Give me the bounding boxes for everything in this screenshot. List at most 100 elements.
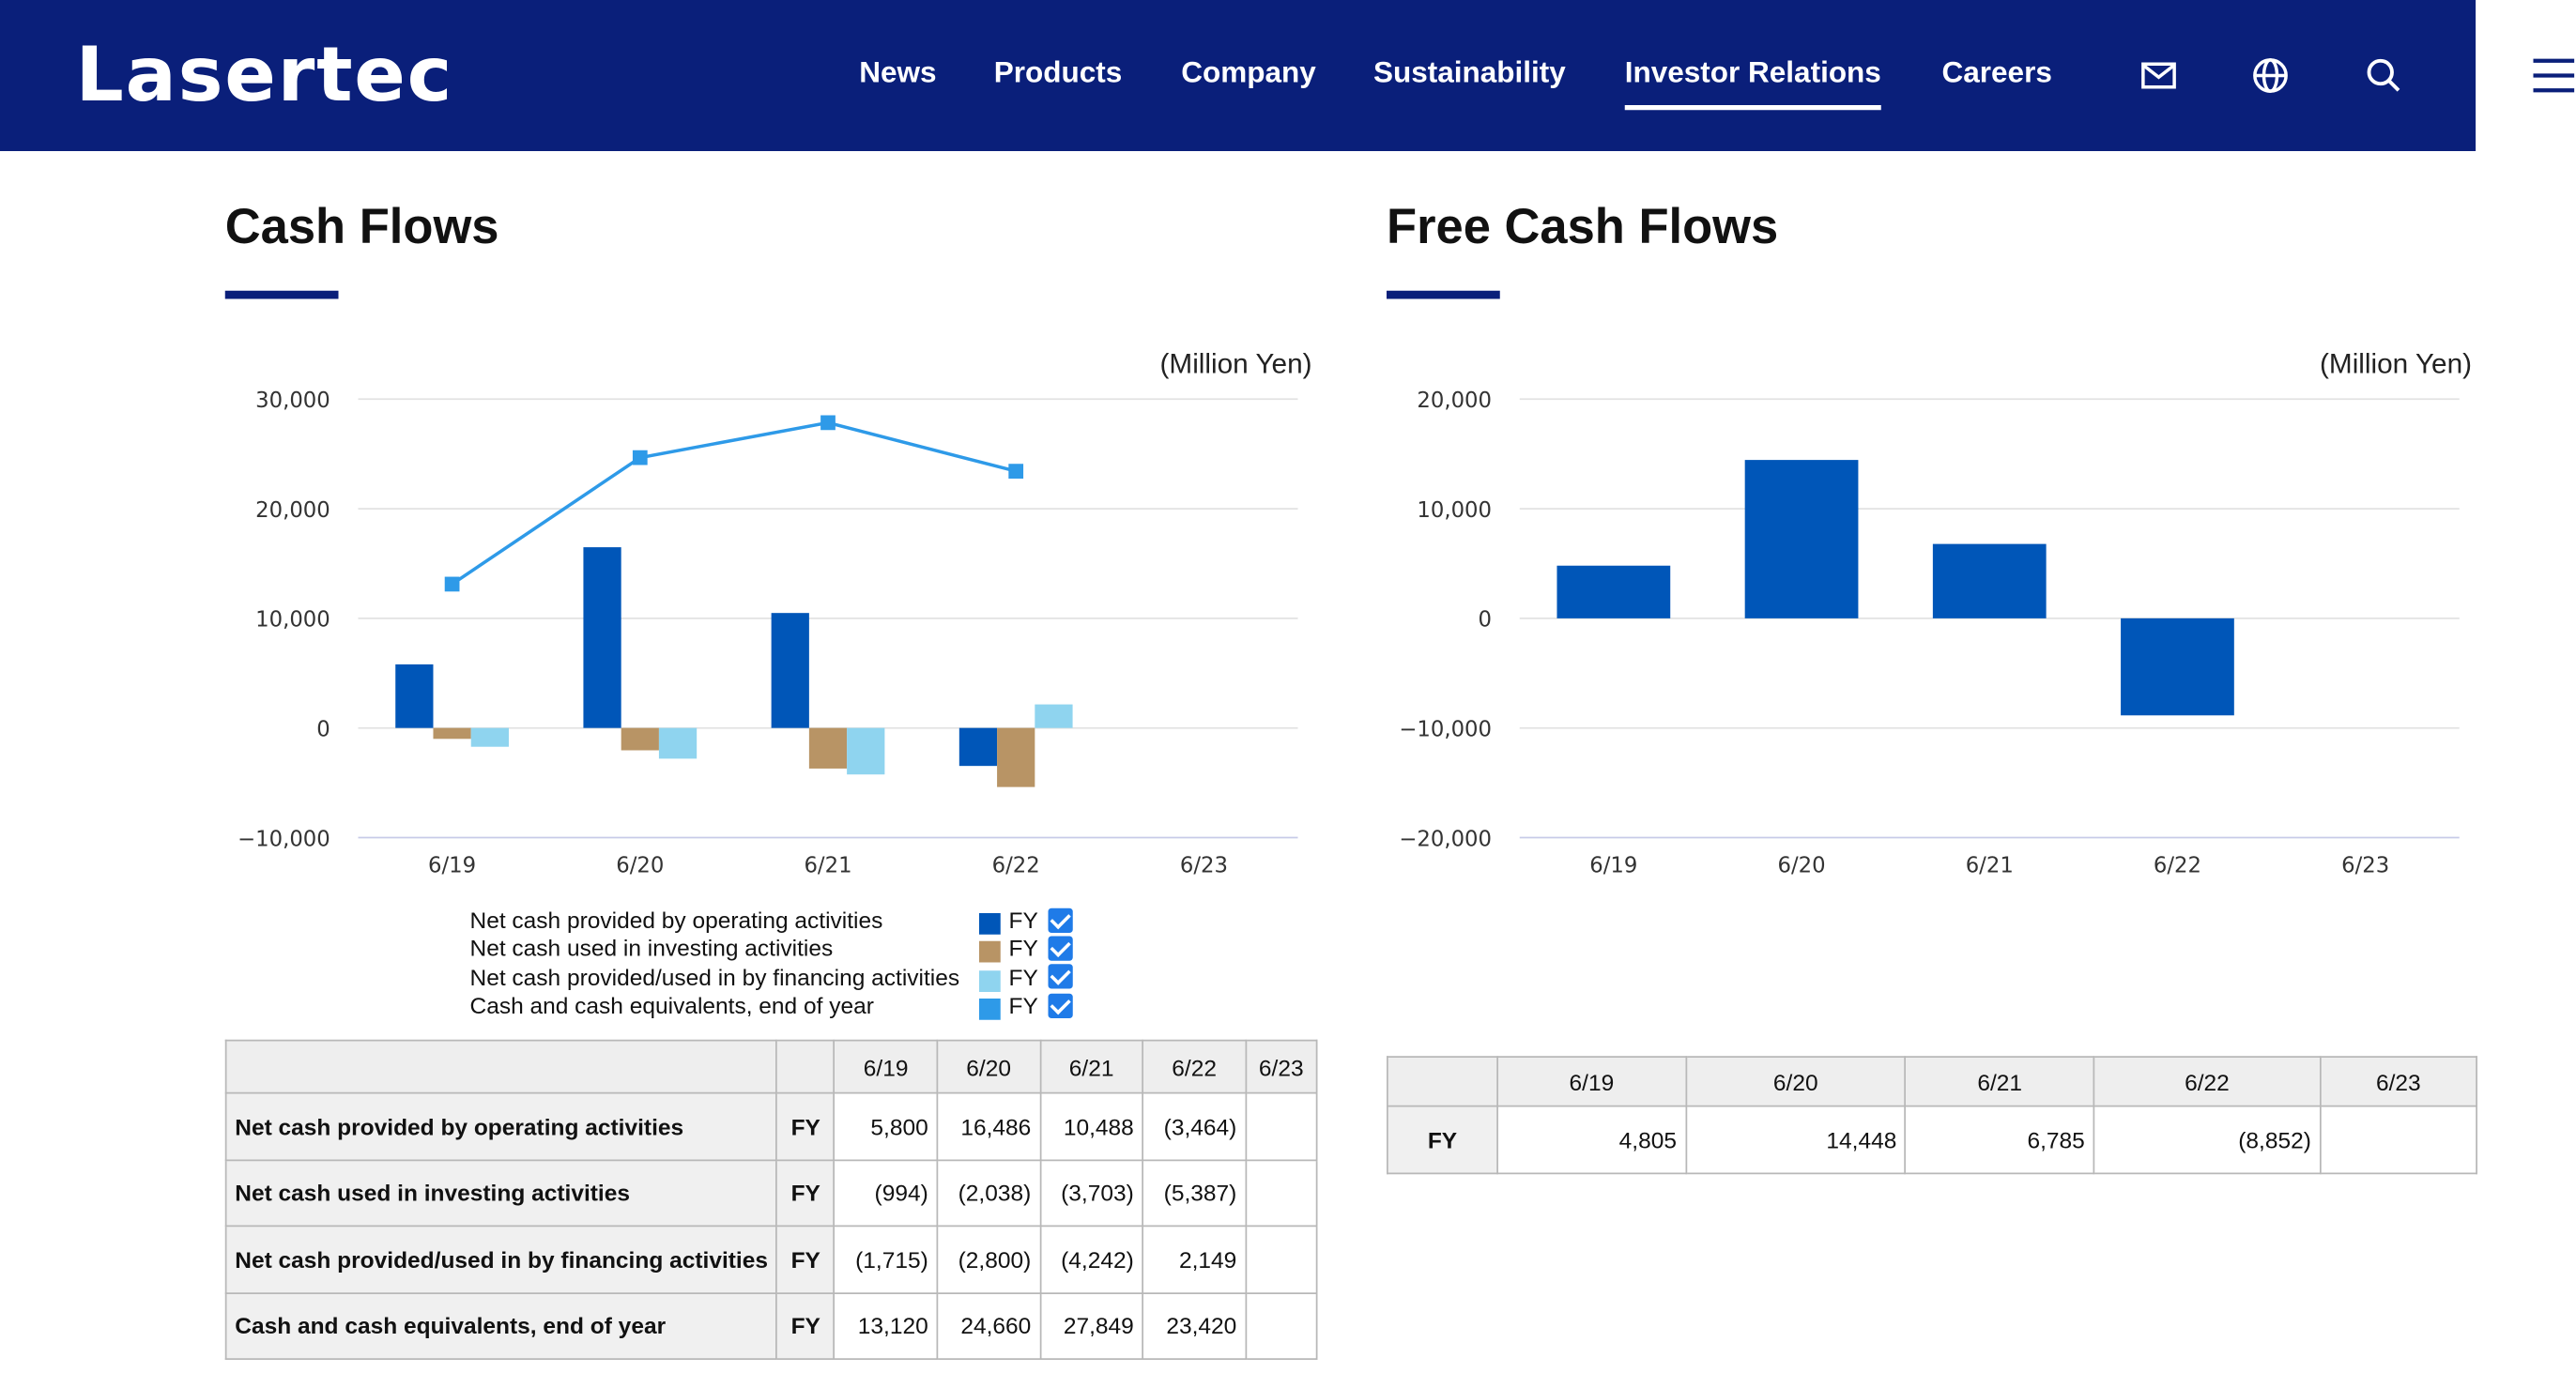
table-row: Net cash used in investing activities FY… [224, 1158, 1318, 1228]
table-cell: (994) [833, 1158, 939, 1228]
table-cell: (1,715) [833, 1225, 939, 1294]
row-tag: FY [775, 1158, 836, 1228]
legend-checkbox-financing[interactable] [1048, 964, 1073, 989]
free-cash-flows-table: 6/19 6/20 6/21 6/22 6/23 FY 4,805 14,448… [1387, 1056, 2478, 1175]
bar [771, 613, 809, 728]
globe-icon[interactable] [2251, 56, 2291, 96]
legend-swatch-financing [979, 970, 1001, 992]
y-tick-label: 20,000 [255, 498, 330, 523]
nav-careers[interactable]: Careers [1942, 56, 2052, 91]
column-header: 6/20 [936, 1039, 1041, 1094]
nav-sustainability[interactable]: Sustainability [1373, 56, 1566, 91]
legend-checkbox-investing[interactable] [1048, 936, 1073, 961]
y-tick-label: 10,000 [1417, 498, 1492, 523]
x-tick-label: 6/19 [428, 853, 476, 877]
bar [1932, 543, 2047, 618]
cash-flows-table: 6/19 6/20 6/21 6/22 6/23 Net cash provid… [224, 1039, 1318, 1360]
legend-label-operating: Net cash provided by operating activitie… [469, 907, 883, 933]
free-cash-flows-chart: 20,000 10,000 0 −10,000 −20,000 6/19 6/20 6/21 6… [1399, 389, 2460, 877]
legend-fy-financing: FY [1008, 964, 1038, 991]
line-point [820, 415, 836, 431]
x-tick-label: 6/23 [1180, 853, 1228, 877]
line-point [632, 450, 648, 465]
table-cell: 24,660 [936, 1291, 1041, 1360]
line-point [1008, 464, 1024, 479]
legend-fy-investing: FY [1008, 934, 1038, 961]
menu-icon[interactable] [2532, 54, 2575, 98]
header-blank [224, 1039, 778, 1094]
table-cell: 14,448 [1684, 1105, 1907, 1175]
y-tick-label: −10,000 [1399, 717, 1492, 741]
bar [658, 727, 698, 759]
line-point [444, 576, 460, 592]
bar [958, 727, 998, 767]
column-header: 6/20 [1684, 1056, 1907, 1107]
cash-flows-title: Cash Flows [224, 200, 499, 255]
column-header: 6/22 [1142, 1039, 1247, 1094]
legend-checkbox-operating[interactable] [1048, 908, 1073, 933]
column-header: 6/23 [2319, 1056, 2478, 1107]
free-cash-flows-title: Free Cash Flows [1387, 200, 1779, 255]
table-cell: 4,805 [1496, 1105, 1687, 1175]
y-tick-label: −20,000 [1399, 827, 1492, 851]
table-row: Cash and cash equivalents, end of year F… [224, 1291, 1318, 1360]
table-cell: (4,242) [1039, 1225, 1144, 1294]
table-cell: 16,486 [936, 1091, 1041, 1161]
legend-fy-operating: FY [1008, 907, 1038, 933]
legend-checkbox-cash-end[interactable] [1048, 993, 1073, 1018]
table-row: Net cash provided/used in by financing a… [224, 1225, 1318, 1294]
row-tag: FY [775, 1291, 836, 1360]
nav-products[interactable]: Products [994, 56, 1123, 91]
column-header: 6/23 [1245, 1039, 1318, 1094]
x-tick-label: 6/21 [804, 853, 851, 877]
x-tick-label: 6/19 [1589, 853, 1637, 877]
series-line [451, 420, 1017, 586]
lasertec-logo[interactable]: Lasertec [76, 30, 454, 119]
search-icon[interactable] [2364, 56, 2403, 96]
row-tag: FY [775, 1225, 836, 1294]
nav-news[interactable]: News [859, 56, 936, 91]
column-header: 6/21 [1039, 1039, 1144, 1094]
mail-icon[interactable] [2139, 56, 2179, 96]
x-tick-label: 6/20 [1778, 853, 1826, 877]
bar [997, 727, 1035, 787]
table-cell: 27,849 [1039, 1291, 1144, 1360]
bar [1035, 704, 1073, 728]
nav-investor-relations[interactable]: Investor Relations [1624, 56, 1881, 111]
nav-company[interactable]: Company [1181, 56, 1316, 91]
row-tag: FY [1387, 1105, 1498, 1175]
column-header: 6/19 [1496, 1056, 1687, 1107]
bar [1556, 565, 1671, 618]
row-tag: FY [775, 1091, 836, 1161]
legend-label-cash-end: Cash and cash equivalents, end of year [469, 992, 874, 1018]
table-header-row: 6/19 6/20 6/21 6/22 6/23 [224, 1039, 1318, 1094]
y-tick-label: 30,000 [255, 389, 330, 413]
table-cell [1245, 1291, 1318, 1360]
cash-flows-unit: (Million Yen) [1159, 348, 1312, 380]
table-cell [1245, 1225, 1318, 1294]
bar [433, 727, 471, 740]
column-header: 6/22 [2093, 1056, 2322, 1107]
y-tick-label: 10,000 [255, 608, 330, 633]
table-cell: 2,149 [1142, 1225, 1247, 1294]
y-tick-label: 20,000 [1417, 389, 1492, 413]
bar [847, 727, 885, 775]
header-blank [775, 1039, 836, 1094]
free-cash-flows-unit: (Million Yen) [2320, 348, 2473, 380]
table-cell [2319, 1105, 2478, 1175]
table-cell: (5,387) [1142, 1158, 1247, 1228]
title-underline [1387, 290, 1500, 299]
legend-fy-cash-end: FY [1008, 992, 1038, 1018]
x-tick-label: 6/23 [2341, 853, 2389, 877]
bar [1744, 460, 1859, 618]
cash-flows-chart: 30,000 20,000 10,000 0 −10,000 6/19 6/20 6/21 6/… [238, 389, 1298, 877]
table-cell: 10,488 [1039, 1091, 1144, 1161]
bar [808, 727, 848, 769]
table-cell: (3,703) [1039, 1158, 1144, 1228]
table-cell: 23,420 [1142, 1291, 1247, 1360]
column-header: 6/21 [1905, 1056, 2095, 1107]
table-cell [1245, 1158, 1318, 1228]
legend-swatch-cash-end [979, 999, 1001, 1020]
table-cell: 13,120 [833, 1291, 939, 1360]
x-tick-label: 6/22 [992, 853, 1040, 877]
